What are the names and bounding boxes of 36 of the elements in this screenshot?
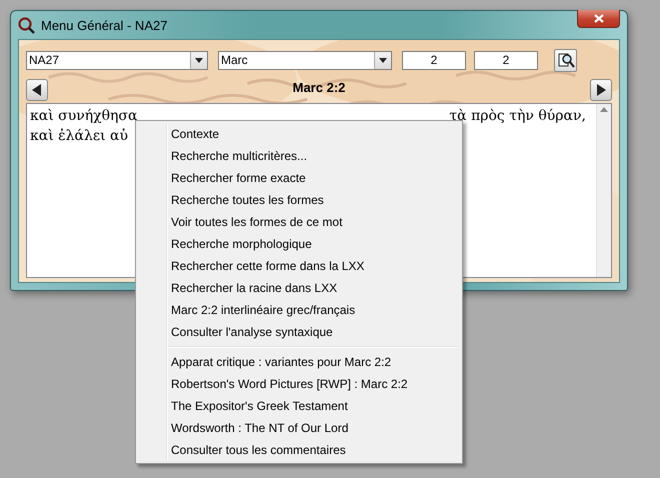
close-icon (594, 14, 604, 23)
app-logo-icon (18, 16, 35, 34)
menu-item[interactable]: Voir toutes les formes de ce mot (138, 211, 460, 233)
next-button[interactable] (590, 79, 612, 101)
search-icon (556, 51, 574, 69)
menu-item[interactable]: Consulter l'analyse syntaxique (138, 321, 460, 343)
version-dropdown[interactable]: NA27 (26, 50, 208, 70)
verse-field[interactable]: 2 (474, 50, 538, 70)
previous-button[interactable] (26, 79, 48, 101)
menu-item[interactable]: Rechercher forme exacte (138, 167, 460, 189)
chapter-field[interactable]: 2 (402, 50, 466, 70)
left-arrow-icon (32, 84, 42, 96)
menu-item[interactable]: The Expositor's Greek Testament (138, 395, 460, 417)
verse-text: καὶ ἐλάλει αὐ (30, 127, 128, 146)
menu-item[interactable]: Consulter tous les commentaires (138, 439, 460, 461)
menu-item[interactable]: Contexte (138, 123, 460, 145)
menu-item[interactable]: Recherche morphologique (138, 233, 460, 255)
menu-item[interactable]: Marc 2:2 interlinéaire grec/français (138, 299, 460, 321)
menu-item[interactable]: Robertson's Word Pictures [RWP] : Marc 2:2 (138, 373, 460, 395)
menu-item[interactable]: Recherche toutes les formes (138, 189, 460, 211)
dropdown-arrow-icon (379, 58, 387, 62)
menu-item[interactable]: Rechercher la racine dans LXX (138, 277, 460, 299)
search-button[interactable] (554, 48, 577, 72)
verse-text: καὶ συνήχθησα (30, 107, 138, 126)
book-dropdown[interactable]: Marc (218, 50, 392, 70)
right-arrow-icon (596, 84, 606, 96)
menu-item[interactable]: Rechercher cette forme dans la LXX (138, 255, 460, 277)
dropdown-arrow-icon (195, 58, 203, 62)
menu-item[interactable]: Wordsworth : The NT of Our Lord (138, 417, 460, 439)
menu-item[interactable]: Apparat critique : variantes pour Marc 2:2 (138, 351, 460, 373)
verse-reference: Marc 2:2 (292, 80, 346, 95)
scroll-up-icon[interactable] (600, 107, 608, 112)
close-button[interactable] (577, 10, 620, 28)
menu-item[interactable]: Recherche multicritères... (138, 145, 460, 167)
verse-text: τὰ πρὸς τὴν θύραν, (449, 107, 586, 126)
window-title: Menu Général - NA27 (41, 18, 168, 32)
